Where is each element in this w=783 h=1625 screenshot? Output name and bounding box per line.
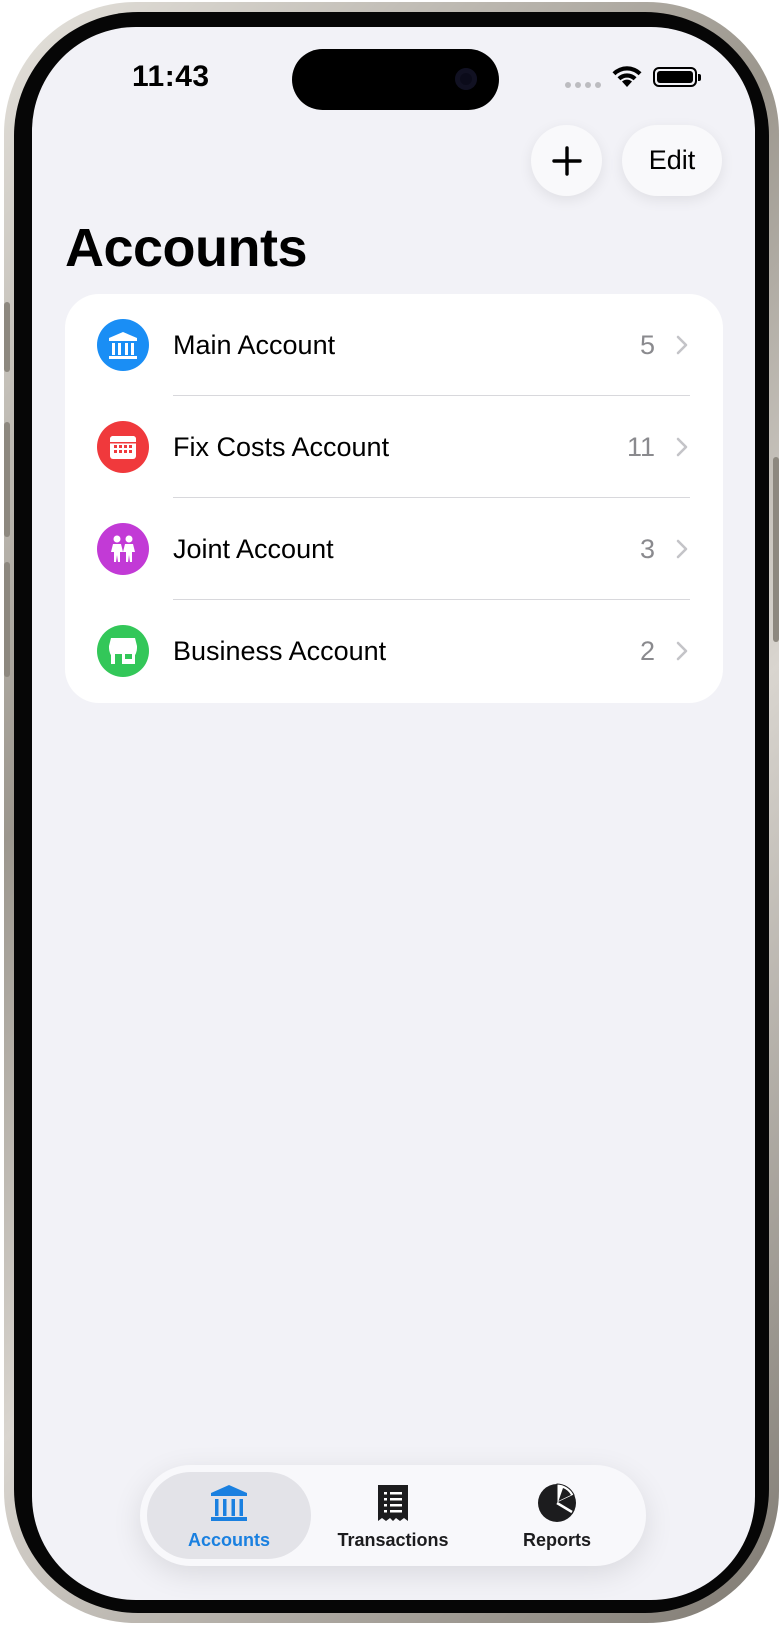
page-title: Accounts — [65, 218, 308, 278]
transaction-count: 2 — [639, 636, 655, 666]
chevron-right-icon — [676, 641, 688, 661]
account-name: Joint Account — [173, 534, 334, 564]
screen: 11:43 Edit Accounts Main Account 5 Fix C… — [32, 27, 755, 1600]
dynamic-island — [292, 49, 499, 110]
transaction-count: 5 — [639, 330, 655, 360]
account-name: Main Account — [173, 330, 336, 360]
accounts-list: Main Account 5 Fix Costs Account 11 Join… — [65, 294, 723, 703]
tab-reports[interactable]: Reports — [475, 1472, 639, 1559]
transaction-count: 3 — [639, 534, 655, 564]
people-icon — [97, 523, 149, 575]
pie-chart-icon — [538, 1483, 576, 1522]
plus-icon — [551, 145, 582, 176]
account-row-fix-costs[interactable]: Fix Costs Account 11 — [65, 396, 723, 498]
volume-up-button — [4, 422, 10, 537]
battery-icon — [653, 67, 701, 87]
volume-down-button — [4, 562, 10, 677]
status-time: 11:43 — [132, 60, 210, 93]
camera-icon — [455, 68, 477, 90]
add-account-button[interactable] — [531, 125, 602, 196]
chevron-right-icon — [676, 437, 688, 457]
account-row-business[interactable]: Business Account 2 — [65, 600, 723, 702]
account-name: Fix Costs Account — [173, 432, 390, 462]
account-row-joint[interactable]: Joint Account 3 — [65, 498, 723, 600]
tab-label: Reports — [522, 1530, 591, 1550]
chevron-right-icon — [676, 539, 688, 559]
chevron-right-icon — [676, 335, 688, 355]
device-frame: 11:43 Edit Accounts Main Account 5 Fix C… — [4, 2, 779, 1623]
bank-icon — [97, 319, 149, 371]
account-row-main[interactable]: Main Account 5 — [65, 294, 723, 396]
side-button — [773, 457, 779, 642]
edit-button[interactable]: Edit — [622, 125, 722, 196]
calendar-icon — [97, 421, 149, 473]
tab-label: Accounts — [187, 1530, 270, 1550]
wifi-icon — [612, 66, 642, 87]
action-button — [4, 302, 10, 372]
storefront-icon — [97, 625, 149, 677]
receipt-icon — [378, 1485, 408, 1521]
cellular-signal-icon — [565, 66, 601, 88]
tab-label: Transactions — [337, 1530, 449, 1550]
account-name: Business Account — [173, 636, 387, 666]
bank-icon — [211, 1485, 247, 1521]
tab-transactions[interactable]: Transactions — [311, 1472, 475, 1559]
tab-bar: Accounts Transactions Reports — [140, 1465, 646, 1566]
status-indicators — [565, 65, 701, 89]
transaction-count: 11 — [626, 432, 655, 462]
tab-accounts[interactable]: Accounts — [147, 1472, 311, 1559]
